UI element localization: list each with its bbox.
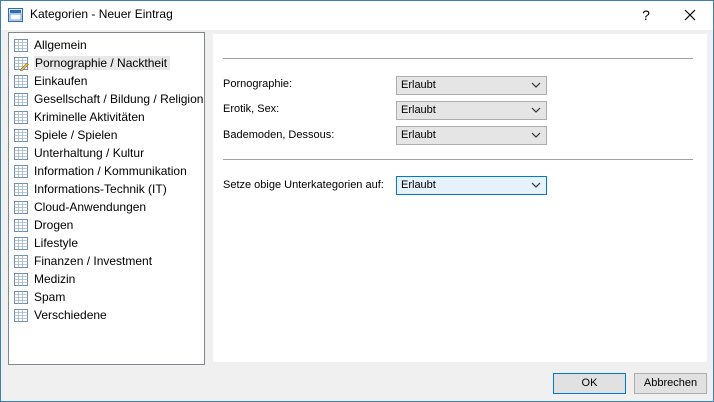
category-item[interactable]: Information / Kommunikation (13, 162, 187, 180)
category-label: Pornographie / Nacktheit (34, 56, 171, 70)
category-item[interactable]: Pornographie / Nacktheit (13, 54, 171, 72)
subcategory-label-pornographie: Pornographie: (223, 78, 293, 90)
grid-icon (13, 253, 29, 269)
category-item[interactable]: Allgemein (13, 36, 87, 54)
category-label: Information / Kommunikation (34, 164, 187, 178)
category-label: Gesellschaft / Bildung / Religion (34, 92, 204, 106)
close-button[interactable] (675, 4, 705, 26)
close-icon (684, 9, 696, 21)
select-value: Erlaubt (401, 79, 436, 91)
category-item[interactable]: Finanzen / Investment (13, 252, 152, 270)
title-bar: Kategorien - Neuer Eintrag ? (1, 1, 713, 30)
chevron-down-icon (531, 132, 541, 138)
subcategory-select-bademoden[interactable]: Erlaubt (396, 126, 547, 145)
grid-icon (13, 37, 29, 53)
grid-icon (13, 235, 29, 251)
ok-button[interactable]: OK (553, 373, 626, 394)
app-icon (8, 8, 23, 22)
category-label: Allgemein (34, 38, 87, 52)
grid-icon (13, 289, 29, 305)
category-item[interactable]: Unterhaltung / Kultur (13, 144, 144, 162)
grid-icon (13, 127, 29, 143)
grid-icon (13, 163, 29, 179)
select-value: Erlaubt (401, 104, 436, 116)
category-item[interactable]: Verschiedene (13, 306, 107, 324)
grid-icon (13, 181, 29, 197)
chevron-down-icon (531, 182, 541, 188)
window-title: Kategorien - Neuer Eintrag (30, 7, 173, 21)
subcategory-label-erotik: Erotik, Sex: (223, 103, 280, 115)
category-label: Kriminelle Aktivitäten (34, 110, 145, 124)
grid-icon (13, 91, 29, 107)
set-all-label: Setze obige Unterkategorien auf: (223, 179, 384, 191)
category-label: Finanzen / Investment (34, 254, 153, 268)
select-value: Erlaubt (401, 179, 436, 191)
chevron-down-icon (531, 107, 541, 113)
grid-icon (13, 199, 29, 215)
grid-icon (13, 307, 29, 323)
category-item[interactable]: Medizin (13, 270, 75, 288)
cancel-button[interactable]: Abbrechen (634, 373, 707, 394)
category-label: Unterhaltung / Kultur (34, 146, 145, 160)
set-all-select[interactable]: Erlaubt (396, 176, 547, 195)
category-label: Medizin (34, 272, 76, 286)
category-label: Einkaufen (34, 74, 88, 88)
grid-icon (13, 73, 29, 89)
category-item[interactable]: Spam (13, 288, 65, 306)
category-list[interactable]: Allgemein Pornographie / Nacktheit Einkauf… (8, 32, 205, 365)
category-item[interactable]: Kriminelle Aktivitäten (13, 108, 145, 126)
middle-separator (223, 159, 693, 160)
grid-icon (13, 271, 29, 287)
category-label: Drogen (34, 218, 74, 232)
category-label: Cloud-Anwendungen (34, 200, 147, 214)
category-label: Spam (34, 290, 66, 304)
grid-icon (13, 145, 29, 161)
category-label: Spiele / Spielen (34, 128, 118, 142)
category-label: Verschiedene (34, 308, 107, 322)
help-button[interactable]: ? (633, 4, 659, 26)
category-item[interactable]: Gesellschaft / Bildung / Religion (13, 90, 203, 108)
subcategory-label-bademoden: Bademoden, Dessous: (223, 129, 335, 141)
category-item[interactable]: Informations-Technik (IT) (13, 180, 167, 198)
category-label: Informations-Technik (IT) (34, 182, 167, 196)
category-item[interactable]: Einkaufen (13, 72, 87, 90)
select-value: Erlaubt (401, 129, 436, 141)
category-item[interactable]: Cloud-Anwendungen (13, 198, 146, 216)
category-item[interactable]: Lifestyle (13, 234, 78, 252)
settings-panel: Pornographie: Erlaubt Erotik, Sex: Erlau… (213, 34, 707, 362)
subcategory-select-pornographie[interactable]: Erlaubt (396, 76, 547, 95)
top-separator (223, 58, 693, 59)
subcategory-select-erotik[interactable]: Erlaubt (396, 101, 547, 120)
category-item[interactable]: Drogen (13, 216, 73, 234)
chevron-down-icon (531, 82, 541, 88)
dialog-window: Kategorien - Neuer Eintrag ? Allgemein Po… (0, 0, 714, 402)
category-label: Lifestyle (34, 236, 79, 250)
grid-icon (13, 217, 29, 233)
grid-icon (13, 109, 29, 125)
category-item[interactable]: Spiele / Spielen (13, 126, 117, 144)
grid-pencil-icon (13, 55, 29, 72)
